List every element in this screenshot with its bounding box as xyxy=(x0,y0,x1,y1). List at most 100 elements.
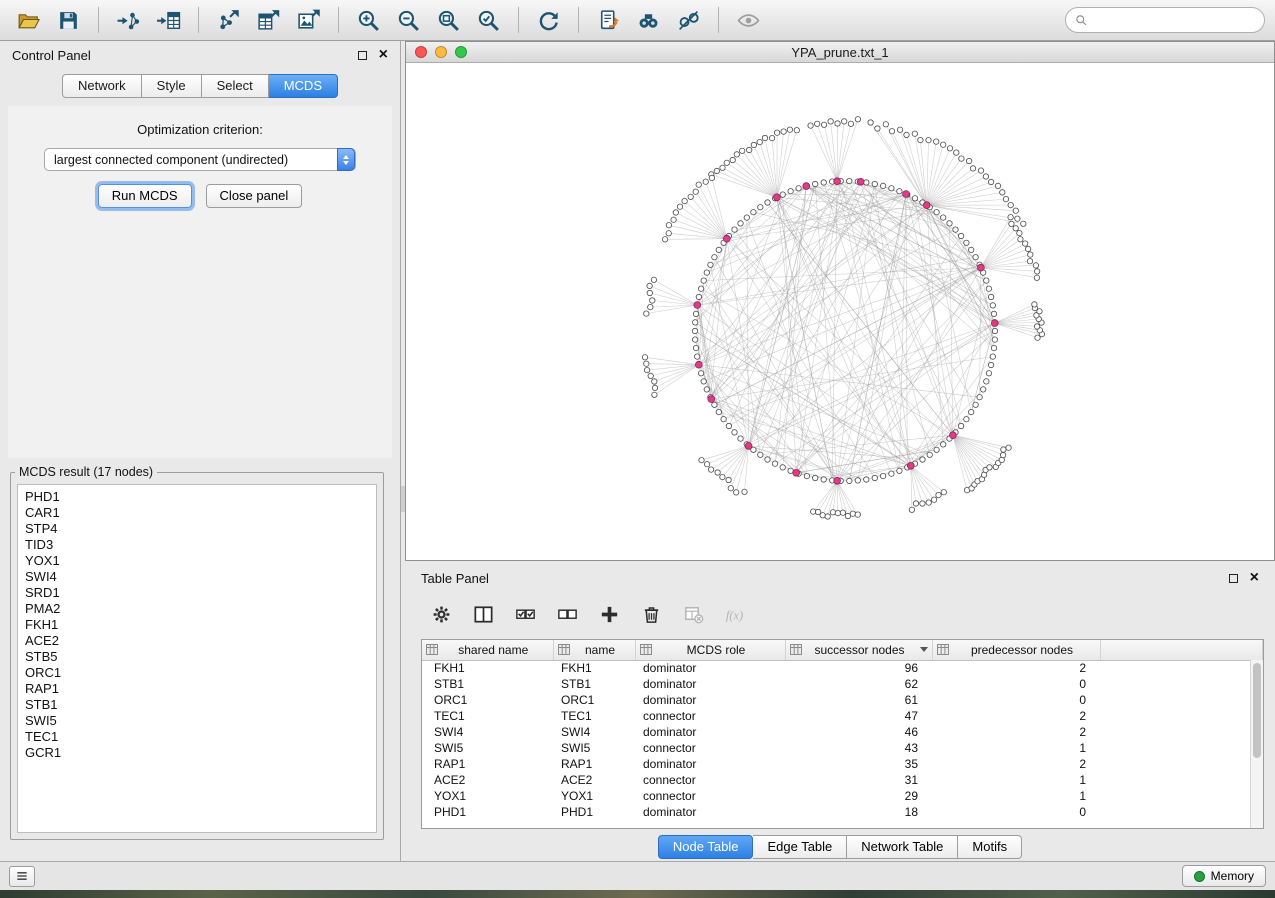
table-row[interactable]: TEC1TEC1connector472 xyxy=(422,708,1263,724)
table-scrollbar[interactable] xyxy=(1250,660,1263,828)
export-image-icon[interactable] xyxy=(290,4,327,36)
column-header-filler xyxy=(1100,640,1263,660)
table-panel-title: Table Panel xyxy=(421,571,489,586)
criterion-select[interactable]: largest connected component (undirected) xyxy=(44,148,356,171)
zoom-selected-icon[interactable] xyxy=(470,4,507,36)
column-header-MCDS-role[interactable]: MCDS role xyxy=(635,640,785,660)
search-input[interactable] xyxy=(1094,13,1256,27)
table-cell: dominator xyxy=(635,660,785,676)
table-cell xyxy=(1100,660,1263,676)
network-view-titlebar[interactable]: YPA_prune.txt_1 xyxy=(406,42,1274,63)
float-panel-icon[interactable] xyxy=(358,51,367,60)
import-network-icon[interactable] xyxy=(110,4,147,36)
network-view-title: YPA_prune.txt_1 xyxy=(406,45,1274,60)
column-header-successor-nodes[interactable]: successor nodes xyxy=(785,640,932,660)
mcds-result-item[interactable]: TID3 xyxy=(25,537,376,553)
table-cell: SWI5 xyxy=(553,740,635,756)
maximize-window-icon[interactable] xyxy=(455,46,467,58)
mcds-result-item[interactable]: STP4 xyxy=(25,521,376,537)
mcds-result-item[interactable]: CAR1 xyxy=(25,505,376,521)
memory-button[interactable]: Memory xyxy=(1182,865,1266,887)
minimize-window-icon[interactable] xyxy=(435,46,447,58)
table-cell: dominator xyxy=(635,692,785,708)
mcds-result-item[interactable]: STB5 xyxy=(25,649,376,665)
mcds-result-item[interactable]: TEC1 xyxy=(25,729,376,745)
mcds-result-item[interactable]: SWI5 xyxy=(25,713,376,729)
table-row[interactable]: SWI5SWI5connector431 xyxy=(422,740,1263,756)
tab-motifs[interactable]: Motifs xyxy=(958,835,1022,859)
export-table-icon[interactable] xyxy=(250,4,287,36)
mcds-result-item[interactable]: SRD1 xyxy=(25,585,376,601)
mcds-result-item[interactable]: PHD1 xyxy=(25,489,376,505)
share-document-icon[interactable] xyxy=(590,4,627,36)
mcds-result-item[interactable]: STB1 xyxy=(25,697,376,713)
close-panel-button[interactable]: Close panel xyxy=(206,184,303,208)
gear-icon[interactable] xyxy=(425,598,457,630)
close-panel-icon[interactable]: × xyxy=(379,47,388,63)
tab-style[interactable]: Style xyxy=(142,74,202,98)
tab-network[interactable]: Network xyxy=(62,74,142,98)
zoom-out-icon[interactable] xyxy=(390,4,427,36)
refresh-icon[interactable] xyxy=(530,4,567,36)
table-cell: STB1 xyxy=(422,676,553,692)
table-cell: 2 xyxy=(932,724,1100,740)
mcds-result-item[interactable]: ACE2 xyxy=(25,633,376,649)
mcds-result-item[interactable]: FKH1 xyxy=(25,617,376,633)
table-row[interactable]: YOX1YOX1connector291 xyxy=(422,788,1263,804)
table-row[interactable]: ACE2ACE2connector311 xyxy=(422,772,1263,788)
mcds-result-item[interactable]: PMA2 xyxy=(25,601,376,617)
status-menu-button[interactable] xyxy=(9,866,35,887)
open-folder-icon[interactable] xyxy=(10,4,47,36)
table-row[interactable]: ORC1ORC1dominator610 xyxy=(422,692,1263,708)
table-scrollbar-thumb[interactable] xyxy=(1253,663,1261,758)
float-table-panel-icon[interactable] xyxy=(1229,574,1238,583)
table-cell: connector xyxy=(635,772,785,788)
close-window-icon[interactable] xyxy=(415,46,427,58)
sync-table-icon[interactable] xyxy=(677,598,709,630)
control-panel-title: Control Panel xyxy=(12,48,91,63)
status-bar: Memory xyxy=(0,861,1275,890)
mcds-result-list[interactable]: PHD1CAR1STP4TID3YOX1SWI4SRD1PMA2FKH1ACE2… xyxy=(17,484,377,833)
hide-details-icon[interactable] xyxy=(670,4,707,36)
mcds-result-item[interactable]: YOX1 xyxy=(25,553,376,569)
tab-node-table[interactable]: Node Table xyxy=(658,835,754,859)
find-icon[interactable] xyxy=(630,4,667,36)
export-network-icon[interactable] xyxy=(210,4,247,36)
column-header-predecessor-nodes[interactable]: predecessor nodes xyxy=(932,640,1100,660)
control-panel: Control Panel × NetworkStyleSelectMCDS O… xyxy=(0,41,401,861)
table-row[interactable]: SWI4SWI4dominator462 xyxy=(422,724,1263,740)
mcds-result-item[interactable]: RAP1 xyxy=(25,681,376,697)
select-all-icon[interactable] xyxy=(509,598,541,630)
zoom-fit-icon[interactable] xyxy=(430,4,467,36)
tab-mcds[interactable]: MCDS xyxy=(269,74,338,98)
table-cell xyxy=(1100,676,1263,692)
tab-select[interactable]: Select xyxy=(202,74,269,98)
column-header-shared-name[interactable]: shared name xyxy=(422,640,553,660)
table-row[interactable]: PHD1PHD1dominator180 xyxy=(422,804,1263,820)
network-graph-canvas[interactable] xyxy=(406,63,1274,560)
table-row[interactable]: RAP1RAP1dominator352 xyxy=(422,756,1263,772)
deselect-all-icon[interactable] xyxy=(551,598,583,630)
table-row[interactable]: STB1STB1dominator620 xyxy=(422,676,1263,692)
columns-icon[interactable] xyxy=(467,598,499,630)
delete-icon[interactable] xyxy=(635,598,667,630)
close-table-panel-icon[interactable]: × xyxy=(1250,570,1259,586)
zoom-in-icon[interactable] xyxy=(350,4,387,36)
table-cell: 1 xyxy=(932,772,1100,788)
mcds-result-item[interactable]: SWI4 xyxy=(25,569,376,585)
run-mcds-button[interactable]: Run MCDS xyxy=(98,184,192,208)
mcds-result-item[interactable]: ORC1 xyxy=(25,665,376,681)
save-icon[interactable] xyxy=(50,4,87,36)
tab-network-table[interactable]: Network Table xyxy=(847,835,958,859)
search-field[interactable] xyxy=(1065,7,1265,33)
function-icon[interactable]: f(x) xyxy=(719,598,751,630)
import-table-icon[interactable] xyxy=(150,4,187,36)
show-details-icon[interactable] xyxy=(730,4,767,36)
mcds-result-item[interactable]: GCR1 xyxy=(25,745,376,761)
search-icon xyxy=(1074,13,1089,28)
table-cell: dominator xyxy=(635,676,785,692)
add-icon[interactable] xyxy=(593,598,625,630)
tab-edge-table[interactable]: Edge Table xyxy=(753,835,847,859)
table-row[interactable]: FKH1FKH1dominator962 xyxy=(422,660,1263,676)
column-header-name[interactable]: name xyxy=(553,640,635,660)
